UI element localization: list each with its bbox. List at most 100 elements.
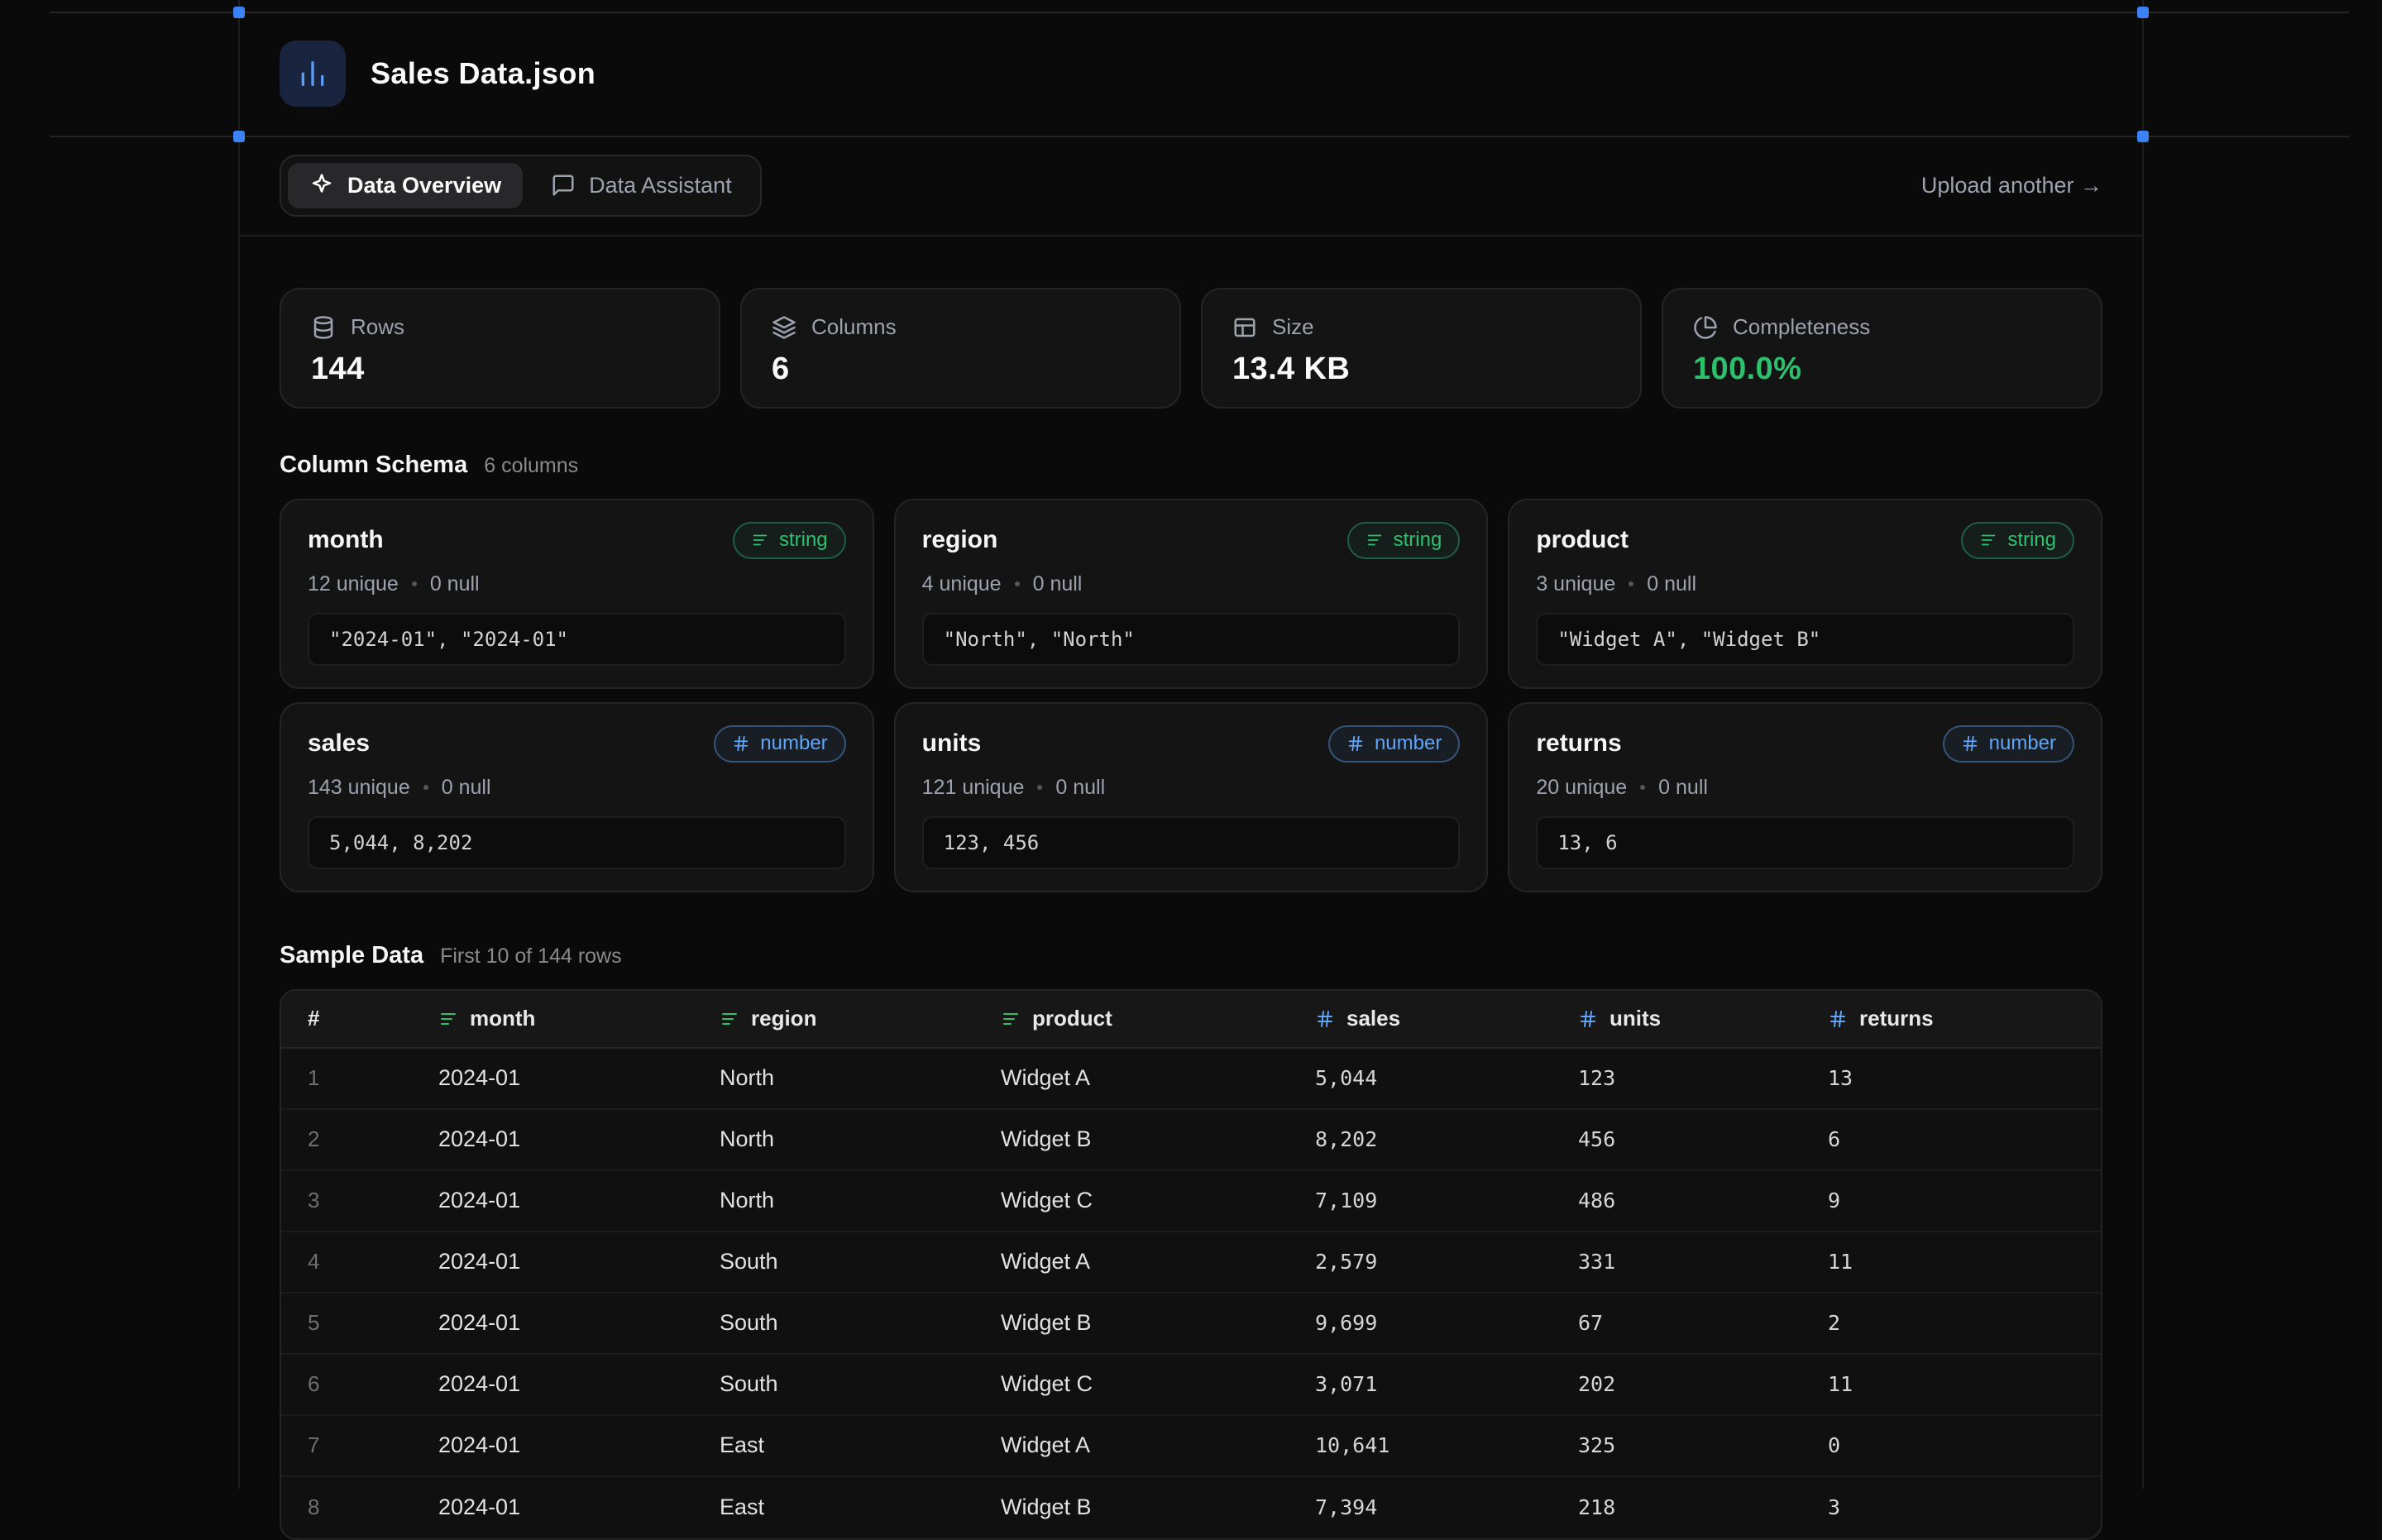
type-label: number: [1375, 732, 1442, 756]
col-header-product[interactable]: product: [974, 1006, 1289, 1031]
table-row: 52024-01SouthWidget B9,699672: [281, 1294, 2101, 1355]
sparkles-icon: [309, 173, 334, 198]
cell-units: 218: [1552, 1495, 1801, 1519]
tab-label: Data Assistant: [589, 173, 732, 198]
column-schema-section-head: Column Schema 6 columns: [280, 452, 2102, 479]
stat-card-size: Size 13.4 KB: [1201, 288, 1642, 409]
stat-label: Columns: [811, 314, 897, 340]
col-header-units[interactable]: units: [1552, 1006, 1801, 1031]
cell-region: North: [693, 1126, 974, 1152]
sample-table: # monthregion product sales units returns 120…: [280, 989, 2102, 1540]
cell-units: 331: [1552, 1250, 1801, 1274]
selection-handle-bottom-right[interactable]: [2137, 131, 2149, 142]
tab-label: Data Overview: [347, 173, 501, 198]
cell-units: 325: [1552, 1433, 1801, 1457]
cell-sales: 10,641: [1289, 1433, 1552, 1457]
cell-month: 2024-01: [412, 1065, 693, 1091]
main-content: Rows 144 Columns 6 Size 13.4 KB Complete…: [240, 237, 2142, 1540]
cell-region: East: [693, 1495, 974, 1520]
table-row: 72024-01EastWidget A10,6413250: [281, 1416, 2101, 1477]
type-label: string: [1394, 528, 1442, 552]
sample-data-title: Sample Data: [280, 942, 423, 969]
table-header: # monthregion product sales units returns: [281, 991, 2101, 1049]
cell-index: 8: [281, 1495, 412, 1520]
column-name: product: [1536, 526, 1629, 554]
number-type-icon: [1578, 1009, 1598, 1029]
null-count: 0 null: [1033, 572, 1083, 596]
table-row: 62024-01SouthWidget C3,07120211: [281, 1355, 2101, 1416]
cell-product: Widget A: [974, 1249, 1289, 1275]
cell-units: 202: [1552, 1372, 1801, 1396]
column-name: returns: [1536, 729, 1621, 758]
chat-icon: [551, 173, 576, 198]
null-count: 0 null: [1647, 572, 1696, 596]
cell-returns: 9: [1801, 1188, 2101, 1212]
cell-month: 2024-01: [412, 1432, 693, 1458]
unique-count: 121 unique: [922, 776, 1025, 800]
cell-product: Widget B: [974, 1126, 1289, 1152]
dot-separator: [1037, 785, 1042, 790]
column-schema-subtitle: 6 columns: [484, 454, 578, 478]
table-row: 42024-01SouthWidget A2,57933111: [281, 1232, 2101, 1294]
null-count: 0 null: [1658, 776, 1708, 800]
text-type-icon: [1366, 531, 1384, 549]
tab-data-overview[interactable]: Data Overview: [288, 163, 523, 208]
col-header-label: #: [308, 1006, 319, 1031]
upload-another-link[interactable]: Upload another →: [1921, 173, 2102, 198]
type-badge: string: [1347, 522, 1461, 559]
unique-count: 20 unique: [1536, 776, 1627, 800]
col-header-sales[interactable]: sales: [1289, 1006, 1552, 1031]
cell-month: 2024-01: [412, 1310, 693, 1336]
stat-label: Completeness: [1733, 314, 1870, 340]
type-badge: number: [1328, 725, 1460, 763]
col-header-region[interactable]: region: [693, 1006, 974, 1031]
cell-returns: 11: [1801, 1372, 2101, 1396]
bar-chart-icon: [296, 57, 329, 90]
stat-value: 100.0%: [1693, 352, 2071, 387]
database-icon: [311, 315, 336, 340]
cell-month: 2024-01: [412, 1371, 693, 1397]
number-type-icon: [732, 734, 750, 753]
col-header-index[interactable]: #: [281, 1006, 412, 1031]
stat-value: 6: [772, 352, 1150, 387]
cell-region: North: [693, 1065, 974, 1091]
type-label: number: [1989, 732, 2056, 756]
tab-data-assistant[interactable]: Data Assistant: [529, 163, 753, 208]
cell-region: South: [693, 1371, 974, 1397]
schema-card-product: product string 3 unique 0 null "Widget A…: [1508, 499, 2102, 689]
stats-row: Rows 144 Columns 6 Size 13.4 KB Complete…: [280, 288, 2102, 409]
cell-returns: 6: [1801, 1127, 2101, 1151]
stat-label: Size: [1272, 314, 1314, 340]
table-row: 12024-01NorthWidget A5,04412313: [281, 1049, 2101, 1110]
cell-index: 3: [281, 1188, 412, 1213]
number-type-icon: [1828, 1009, 1848, 1029]
col-header-label: units: [1610, 1006, 1661, 1031]
cell-returns: 11: [1801, 1250, 2101, 1274]
table-row: 32024-01NorthWidget C7,1094869: [281, 1171, 2101, 1232]
null-count: 0 null: [430, 572, 480, 596]
stat-card-columns: Columns 6: [740, 288, 1181, 409]
data-viewer-panel: Sales Data.json Data Overview Data Assis…: [240, 0, 2142, 1489]
col-header-label: product: [1032, 1006, 1112, 1031]
panel-right-border: [2142, 0, 2144, 1489]
selection-handle-top-right[interactable]: [2137, 7, 2149, 18]
dot-separator: [1629, 581, 1633, 586]
number-type-icon: [1961, 734, 1979, 753]
cell-sales: 3,071: [1289, 1372, 1552, 1396]
selection-handle-top-left[interactable]: [233, 7, 245, 18]
dot-separator: [423, 785, 428, 790]
dot-separator: [1640, 785, 1645, 790]
col-header-label: sales: [1346, 1006, 1400, 1031]
col-header-returns[interactable]: returns: [1801, 1006, 2101, 1031]
null-count: 0 null: [1055, 776, 1105, 800]
cell-units: 123: [1552, 1066, 1801, 1090]
unique-count: 3 unique: [1536, 572, 1615, 596]
selection-handle-bottom-left[interactable]: [233, 131, 245, 142]
type-badge: string: [733, 522, 846, 559]
cell-region: South: [693, 1310, 974, 1336]
text-type-icon: [751, 531, 769, 549]
col-header-month[interactable]: month: [412, 1006, 693, 1031]
cell-sales: 7,394: [1289, 1495, 1552, 1519]
toolbar: Data Overview Data Assistant Upload anot…: [240, 136, 2142, 237]
dot-separator: [412, 581, 417, 586]
